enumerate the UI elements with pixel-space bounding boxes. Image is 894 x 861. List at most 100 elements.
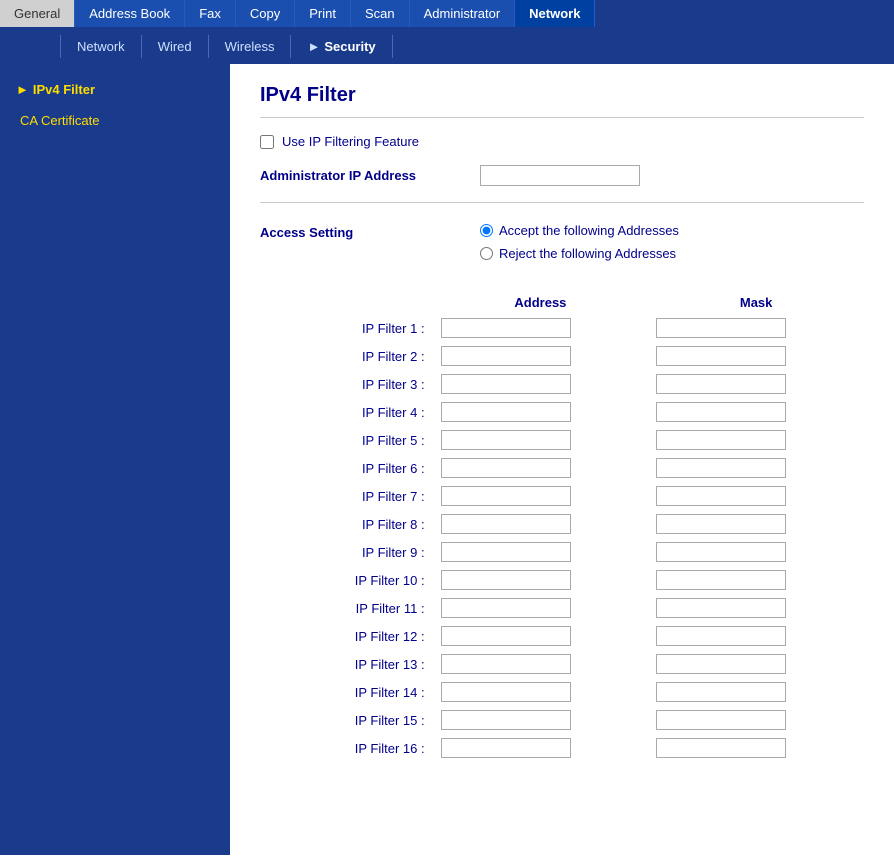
filter-row: IP Filter 6 :	[260, 454, 864, 482]
filter-label-5: IP Filter 5 :	[260, 426, 433, 454]
filter-address-input-12[interactable]	[441, 626, 571, 646]
filter-row: IP Filter 4 :	[260, 398, 864, 426]
filter-address-cell-6	[433, 454, 649, 482]
filter-mask-input-2[interactable]	[656, 346, 786, 366]
second-nav-network[interactable]: Network	[60, 35, 142, 58]
second-nav-wireless[interactable]: Wireless	[209, 35, 292, 58]
filter-mask-input-12[interactable]	[656, 626, 786, 646]
filter-address-input-8[interactable]	[441, 514, 571, 534]
sidebar-item-ca-certificate[interactable]: CA Certificate	[0, 105, 230, 136]
filter-mask-cell-14	[648, 678, 864, 706]
col-address-header: Address	[433, 291, 649, 314]
filter-mask-cell-4	[648, 398, 864, 426]
filter-mask-input-11[interactable]	[656, 598, 786, 618]
ip-filtering-checkbox[interactable]	[260, 135, 274, 149]
filter-address-input-5[interactable]	[441, 430, 571, 450]
filter-label-11: IP Filter 11 :	[260, 594, 433, 622]
filter-address-input-11[interactable]	[441, 598, 571, 618]
filter-label-12: IP Filter 12 :	[260, 622, 433, 650]
filter-mask-input-5[interactable]	[656, 430, 786, 450]
filter-mask-input-1[interactable]	[656, 318, 786, 338]
ip-filtering-label: Use IP Filtering Feature	[282, 134, 419, 149]
top-tab-print[interactable]: Print	[295, 0, 351, 27]
second-nav-security[interactable]: ►Security	[291, 35, 392, 58]
radio-accept-row[interactable]: Accept the following Addresses	[480, 223, 679, 238]
top-tab-general[interactable]: General	[0, 0, 75, 27]
admin-ip-input[interactable]	[480, 165, 640, 186]
filter-address-input-3[interactable]	[441, 374, 571, 394]
filter-address-input-7[interactable]	[441, 486, 571, 506]
admin-ip-label: Administrator IP Address	[260, 168, 480, 183]
filter-address-input-2[interactable]	[441, 346, 571, 366]
filter-address-input-16[interactable]	[441, 738, 571, 758]
access-setting-label: Access Setting	[260, 223, 480, 261]
filter-mask-input-8[interactable]	[656, 514, 786, 534]
top-tab-administrator[interactable]: Administrator	[410, 0, 516, 27]
filter-address-input-9[interactable]	[441, 542, 571, 562]
filter-label-1: IP Filter 1 :	[260, 314, 433, 342]
filter-address-input-15[interactable]	[441, 710, 571, 730]
top-tab-copy[interactable]: Copy	[236, 0, 295, 27]
filter-address-cell-11	[433, 594, 649, 622]
filter-mask-input-10[interactable]	[656, 570, 786, 590]
filter-mask-cell-5	[648, 426, 864, 454]
filter-mask-cell-8	[648, 510, 864, 538]
filter-row: IP Filter 2 :	[260, 342, 864, 370]
filter-address-cell-4	[433, 398, 649, 426]
filter-label-2: IP Filter 2 :	[260, 342, 433, 370]
top-tab-address-book[interactable]: Address Book	[75, 0, 185, 27]
second-nav-wired[interactable]: Wired	[142, 35, 209, 58]
filter-address-input-6[interactable]	[441, 458, 571, 478]
filter-address-cell-8	[433, 510, 649, 538]
filter-row: IP Filter 3 :	[260, 370, 864, 398]
filter-address-input-4[interactable]	[441, 402, 571, 422]
filter-label-8: IP Filter 8 :	[260, 510, 433, 538]
filter-mask-input-14[interactable]	[656, 682, 786, 702]
filter-address-cell-1	[433, 314, 649, 342]
filter-row: IP Filter 9 :	[260, 538, 864, 566]
filter-address-cell-15	[433, 706, 649, 734]
filter-address-input-13[interactable]	[441, 654, 571, 674]
filter-mask-cell-1	[648, 314, 864, 342]
top-tab-scan[interactable]: Scan	[351, 0, 410, 27]
filter-address-cell-16	[433, 734, 649, 762]
filter-address-cell-5	[433, 426, 649, 454]
filter-label-3: IP Filter 3 :	[260, 370, 433, 398]
filter-address-cell-9	[433, 538, 649, 566]
top-tab-network[interactable]: Network	[515, 0, 595, 27]
filter-table: Address Mask IP Filter 1 : IP Filter 2 :	[260, 291, 864, 762]
filter-row: IP Filter 16 :	[260, 734, 864, 762]
filter-address-input-14[interactable]	[441, 682, 571, 702]
radio-accept[interactable]	[480, 224, 493, 237]
filter-mask-cell-2	[648, 342, 864, 370]
filter-mask-input-4[interactable]	[656, 402, 786, 422]
filter-mask-cell-15	[648, 706, 864, 734]
filter-mask-input-15[interactable]	[656, 710, 786, 730]
filter-label-6: IP Filter 6 :	[260, 454, 433, 482]
filter-mask-input-3[interactable]	[656, 374, 786, 394]
filter-mask-input-13[interactable]	[656, 654, 786, 674]
filter-row: IP Filter 11 :	[260, 594, 864, 622]
filter-mask-input-6[interactable]	[656, 458, 786, 478]
radio-reject-row[interactable]: Reject the following Addresses	[480, 246, 679, 261]
filter-address-input-10[interactable]	[441, 570, 571, 590]
filter-address-input-1[interactable]	[441, 318, 571, 338]
sidebar-item-ipv4-filter[interactable]: ►IPv4 Filter	[0, 74, 230, 105]
filter-mask-cell-7	[648, 482, 864, 510]
filter-mask-input-16[interactable]	[656, 738, 786, 758]
filter-label-13: IP Filter 13 :	[260, 650, 433, 678]
filter-label-9: IP Filter 9 :	[260, 538, 433, 566]
admin-ip-row: Administrator IP Address	[260, 165, 864, 203]
filter-mask-input-9[interactable]	[656, 542, 786, 562]
content-area: IPv4 Filter Use IP Filtering Feature Adm…	[230, 64, 894, 855]
top-tab-fax[interactable]: Fax	[185, 0, 236, 27]
filter-row: IP Filter 1 :	[260, 314, 864, 342]
filter-row: IP Filter 14 :	[260, 678, 864, 706]
main-layout: ►IPv4 FilterCA Certificate IPv4 Filter U…	[0, 64, 894, 855]
filter-mask-cell-13	[648, 650, 864, 678]
radio-reject[interactable]	[480, 247, 493, 260]
filter-mask-input-7[interactable]	[656, 486, 786, 506]
filter-mask-cell-12	[648, 622, 864, 650]
filter-row: IP Filter 5 :	[260, 426, 864, 454]
filter-label-15: IP Filter 15 :	[260, 706, 433, 734]
